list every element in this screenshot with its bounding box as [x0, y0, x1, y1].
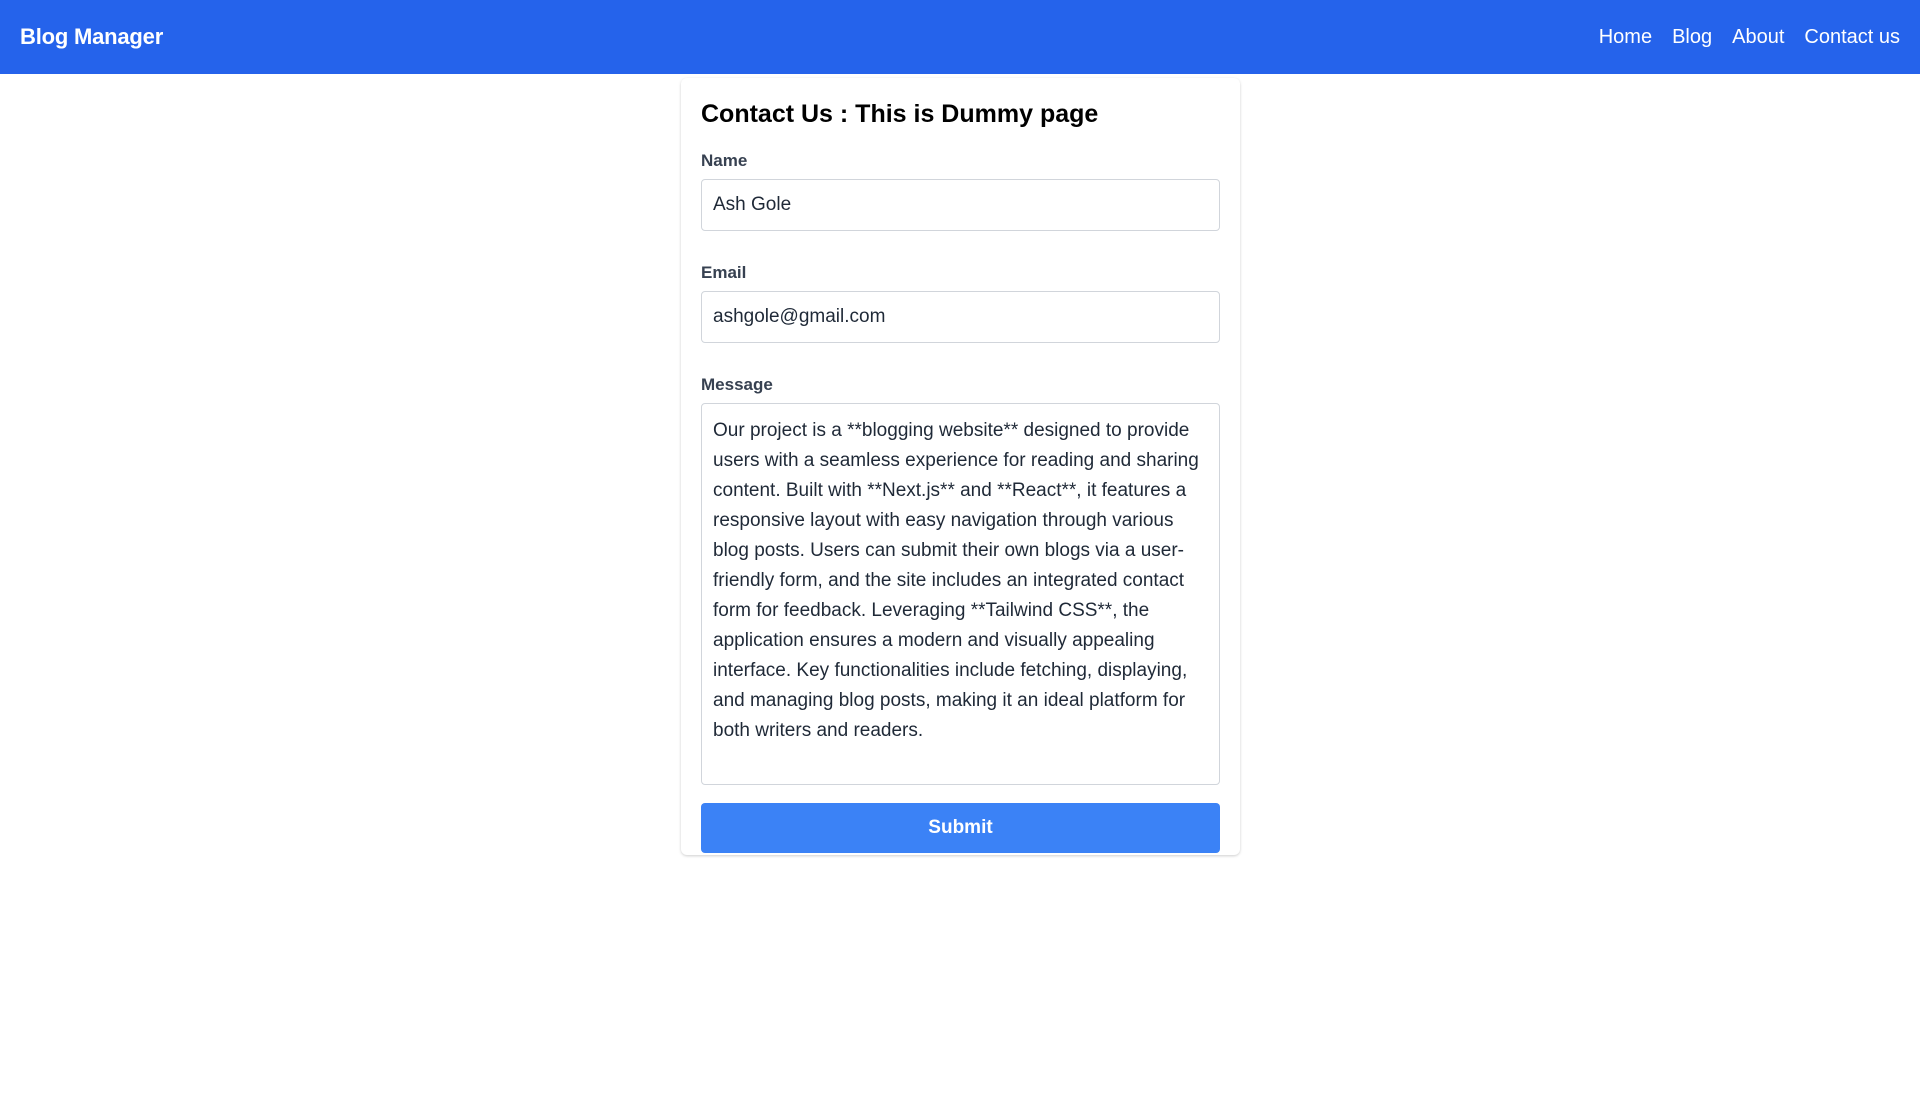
- email-field[interactable]: [701, 291, 1220, 343]
- nav-links: Home Blog About Contact us: [1599, 26, 1900, 49]
- nav-link-home[interactable]: Home: [1599, 26, 1652, 49]
- message-field[interactable]: Our project is a **blogging website** de…: [701, 403, 1220, 785]
- email-label: Email: [701, 263, 747, 282]
- name-field[interactable]: [701, 179, 1220, 231]
- contact-form-card: Contact Us : This is Dummy page Name Ema…: [681, 78, 1240, 855]
- nav-link-about[interactable]: About: [1732, 26, 1784, 49]
- name-label: Name: [701, 151, 748, 170]
- nav-link-contact[interactable]: Contact us: [1804, 26, 1900, 49]
- top-navbar: Blog Manager Home Blog About Contact us: [0, 0, 1920, 74]
- page-title: Contact Us : This is Dummy page: [701, 100, 1099, 128]
- brand-logo-text[interactable]: Blog Manager: [20, 24, 163, 50]
- message-label: Message: [701, 375, 773, 394]
- nav-link-blog[interactable]: Blog: [1672, 26, 1712, 49]
- submit-button[interactable]: Submit: [701, 803, 1220, 853]
